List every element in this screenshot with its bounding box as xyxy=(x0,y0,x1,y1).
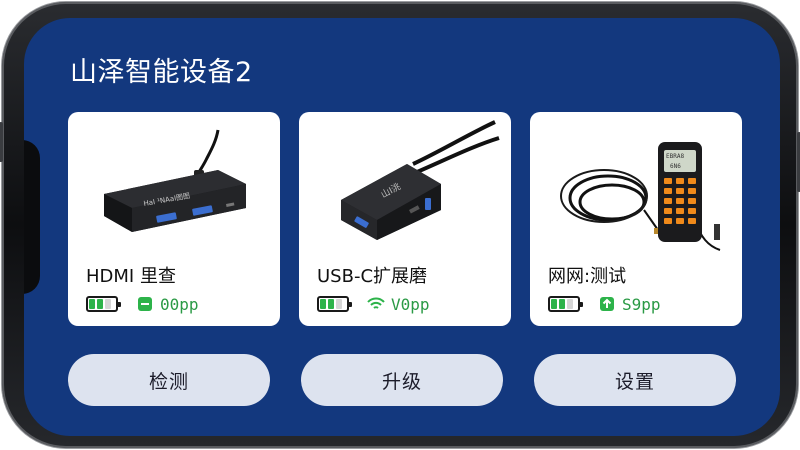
usb-hub-image: 山I洮 xyxy=(341,120,500,240)
device-card-usbc[interactable]: 山I洮 USB-C扩展磨 V0pp xyxy=(299,112,511,326)
device-card-hdmi[interactable]: HaI ¹NAaI图图 HDMI 里查 00pp xyxy=(68,112,280,326)
plus-square-icon xyxy=(598,295,616,313)
battery-icon xyxy=(86,296,121,312)
battery-icon xyxy=(317,296,352,312)
page-title: 山泽智能设备2 xyxy=(70,57,253,88)
device-name: 网网:测试 xyxy=(548,266,627,287)
wifi-icon xyxy=(367,295,385,313)
device-status: V0pp xyxy=(317,294,430,314)
settings-button[interactable]: 设置 xyxy=(534,354,736,406)
upgrade-button[interactable]: 升级 xyxy=(301,354,503,406)
volume-button xyxy=(0,122,3,162)
device-name: USB-C扩展磨 xyxy=(317,266,428,287)
device-status: S9pp xyxy=(548,294,661,314)
device-name: HDMI 里查 xyxy=(86,266,176,287)
signal-text: V0pp xyxy=(391,294,430,314)
detect-button[interactable]: 检测 xyxy=(68,354,270,406)
device-status: 00pp xyxy=(86,294,199,314)
signal-text: 00pp xyxy=(160,294,199,314)
battery-icon xyxy=(548,296,583,312)
signal-text: S9pp xyxy=(622,294,661,314)
screen: 山泽智能设备2 HaI ¹NAaI图图 HDMI 里查 00pp 山I洮 USB… xyxy=(24,18,780,436)
camera-notch xyxy=(24,140,40,294)
device-card-tester[interactable]: EBRA8 6N6 网网:测试 S9pp xyxy=(530,112,742,326)
device-label: EBRA8 xyxy=(666,153,684,160)
network-tester-image: EBRA8 6N6 xyxy=(560,142,721,251)
minus-square-icon xyxy=(136,295,154,313)
hdmi-device-image: HaI ¹NAaI图图 xyxy=(104,129,246,232)
svg-text:6N6: 6N6 xyxy=(670,163,681,170)
phone-frame: 山泽智能设备2 HaI ¹NAaI图图 HDMI 里查 00pp 山I洮 USB… xyxy=(0,2,800,448)
